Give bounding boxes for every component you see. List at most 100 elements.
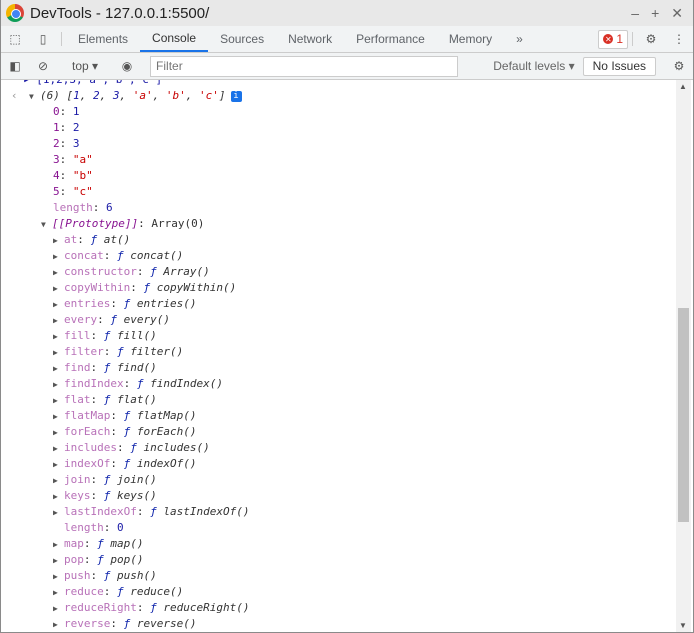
tab-memory[interactable]: Memory — [437, 26, 504, 52]
log-entry[interactable]: ▸ [1,2,3,'a','b','c'] — [1, 80, 676, 88]
prototype-method[interactable]: ▶ forEach: ƒ forEach() — [1, 424, 676, 440]
prototype-method[interactable]: ▶ includes: ƒ includes() — [1, 440, 676, 456]
property-key: indexOf — [64, 457, 111, 470]
more-options-icon[interactable]: ⋮ — [665, 26, 693, 52]
prototype-method[interactable]: ▶ reduceRight: ƒ reduceRight() — [1, 600, 676, 616]
prototype-method[interactable]: ▶ reverse: ƒ reverse() — [1, 616, 676, 632]
prototype-method[interactable]: ▶ indexOf: ƒ indexOf() — [1, 456, 676, 472]
prototype-method[interactable]: ▶ keys: ƒ keys() — [1, 488, 676, 504]
more-tabs-icon[interactable]: » — [504, 26, 535, 52]
array-log-entry[interactable]: ‹ ▼ (6) [1, 2, 3, 'a', 'b', 'c'] i — [1, 88, 676, 104]
prototype-method[interactable]: ▶ pop: ƒ pop() — [1, 552, 676, 568]
expand-triangle-icon[interactable]: ▶ — [53, 393, 64, 409]
tab-sources[interactable]: Sources — [208, 26, 276, 52]
live-expression-eye-icon[interactable]: ◉ — [113, 59, 141, 73]
array-property: 4: "b" — [53, 169, 93, 182]
expand-triangle-icon[interactable]: ▶ — [53, 585, 64, 601]
device-toolbar-icon[interactable]: ▯ — [29, 26, 57, 52]
expand-triangle-icon[interactable]: ▶ — [53, 361, 64, 377]
console-settings-icon[interactable]: ⚙ — [665, 59, 693, 73]
expand-triangle-icon[interactable]: ▶ — [53, 345, 64, 361]
prototype-method[interactable]: ▶ at: ƒ at() — [1, 232, 676, 248]
expand-triangle-icon[interactable]: ▶ — [53, 265, 64, 281]
expand-triangle-icon[interactable]: ▼ — [41, 217, 52, 233]
filter-input[interactable] — [150, 55, 459, 77]
expand-triangle-icon[interactable]: ▶ — [53, 297, 64, 313]
maximize-icon[interactable]: + — [651, 5, 659, 22]
prototype-method[interactable]: ▶ concat: ƒ concat() — [1, 248, 676, 264]
prototype-node[interactable]: ▼ [[Prototype]]: Array(0) — [1, 216, 676, 232]
expand-triangle-icon[interactable]: ▶ — [53, 489, 64, 505]
expand-triangle-icon[interactable]: ▶ — [53, 473, 64, 489]
tab-network[interactable]: Network — [276, 26, 344, 52]
expand-triangle-icon[interactable]: ▶ — [53, 377, 64, 393]
minimize-icon[interactable]: – — [631, 5, 639, 22]
prototype-method[interactable]: ▶ findIndex: ƒ findIndex() — [1, 376, 676, 392]
property-key: 0 — [53, 105, 60, 118]
expand-triangle-icon[interactable]: ▶ — [53, 617, 64, 632]
prototype-method[interactable]: ▶ join: ƒ join() — [1, 472, 676, 488]
expand-triangle-icon[interactable]: ▶ — [53, 537, 64, 553]
prototype-method[interactable]: ▶ push: ƒ push() — [1, 568, 676, 584]
chrome-logo-icon — [6, 4, 24, 22]
prototype-value: Array(0) — [151, 217, 205, 230]
scrollbar-thumb[interactable] — [678, 308, 689, 522]
expand-triangle-icon[interactable]: ▶ — [53, 457, 64, 473]
expand-triangle-icon[interactable]: ▶ — [53, 329, 64, 345]
scroll-down-icon[interactable]: ▼ — [679, 621, 687, 630]
prototype-method[interactable]: ▶ lastIndexOf: ƒ lastIndexOf() — [1, 504, 676, 520]
expand-triangle-icon[interactable]: ▶ — [53, 553, 64, 569]
prototype-method[interactable]: ▶ filter: ƒ filter() — [1, 344, 676, 360]
expand-triangle-icon[interactable]: ▶ — [53, 249, 64, 265]
scrollbar[interactable]: ▲ ▼ — [676, 80, 691, 632]
expand-triangle-icon[interactable]: ▶ — [53, 233, 64, 249]
property-key: at — [64, 233, 78, 246]
prototype-method[interactable]: ▶ fill: ƒ fill() — [1, 328, 676, 344]
expand-triangle-icon[interactable]: ▶ — [53, 313, 64, 329]
expand-triangle-icon[interactable]: ▶ — [53, 505, 64, 521]
expand-triangle-icon[interactable]: ▶ — [53, 281, 64, 297]
expand-triangle-icon[interactable]: ▶ — [53, 425, 64, 441]
array-preview-item: 3 — [112, 89, 120, 102]
show-sidebar-icon[interactable]: ◧ — [1, 59, 29, 73]
expand-triangle-icon[interactable]: ▶ — [53, 601, 64, 617]
array-property: 3: "a" — [53, 153, 93, 166]
prototype-method[interactable]: ▶ flatMap: ƒ flatMap() — [1, 408, 676, 424]
issues-button[interactable]: No Issues — [582, 56, 656, 76]
function-signature: reduceRight() — [163, 601, 250, 614]
prototype-method[interactable]: ▶ copyWithin: ƒ copyWithin() — [1, 280, 676, 296]
prototype-method[interactable]: ▶ reduce: ƒ reduce() — [1, 584, 676, 600]
function-signature: entries() — [136, 297, 197, 310]
error-count-badge[interactable]: ✕ 1 — [598, 29, 628, 49]
scroll-up-icon[interactable]: ▲ — [679, 82, 687, 91]
log-levels-dropdown[interactable]: Default levels ▾ — [485, 59, 582, 73]
property-key: flat — [64, 393, 91, 406]
prototype-method[interactable]: ▶ flat: ƒ flat() — [1, 392, 676, 408]
tab-elements[interactable]: Elements — [66, 26, 140, 52]
prototype-method[interactable]: ▶ entries: ƒ entries() — [1, 296, 676, 312]
prototype-method[interactable]: ▶ every: ƒ every() — [1, 312, 676, 328]
function-signature: keys() — [117, 489, 157, 502]
property-key: reduce — [64, 585, 104, 598]
expand-triangle-icon[interactable]: ▶ — [53, 569, 64, 585]
property-value: 6 — [106, 201, 113, 214]
prototype-method[interactable]: ▶ constructor: ƒ Array() — [1, 264, 676, 280]
array-length: (6) — [40, 89, 67, 102]
property-key: length — [53, 201, 93, 214]
prototype-method[interactable]: ▶ map: ƒ map() — [1, 536, 676, 552]
expand-triangle-icon[interactable]: ▶ — [53, 441, 64, 457]
close-icon[interactable]: ✕ — [671, 5, 683, 22]
info-icon[interactable]: i — [230, 90, 242, 102]
expand-triangle-icon[interactable]: ▶ — [53, 409, 64, 425]
settings-gear-icon[interactable]: ⚙ — [637, 26, 665, 52]
clear-console-icon[interactable]: ⊘ — [29, 59, 57, 73]
expand-triangle-icon[interactable]: ▼ — [29, 89, 40, 105]
property-key: fill — [64, 329, 91, 342]
property-key: push — [64, 569, 91, 582]
prototype-method[interactable]: ▶ find: ƒ find() — [1, 360, 676, 376]
inspect-element-icon[interactable]: ⬚ — [1, 26, 29, 52]
tab-performance[interactable]: Performance — [344, 26, 437, 52]
context-selector[interactable]: top ▾ — [66, 59, 104, 73]
property-key: map — [64, 537, 84, 550]
tab-console[interactable]: Console — [140, 26, 209, 52]
